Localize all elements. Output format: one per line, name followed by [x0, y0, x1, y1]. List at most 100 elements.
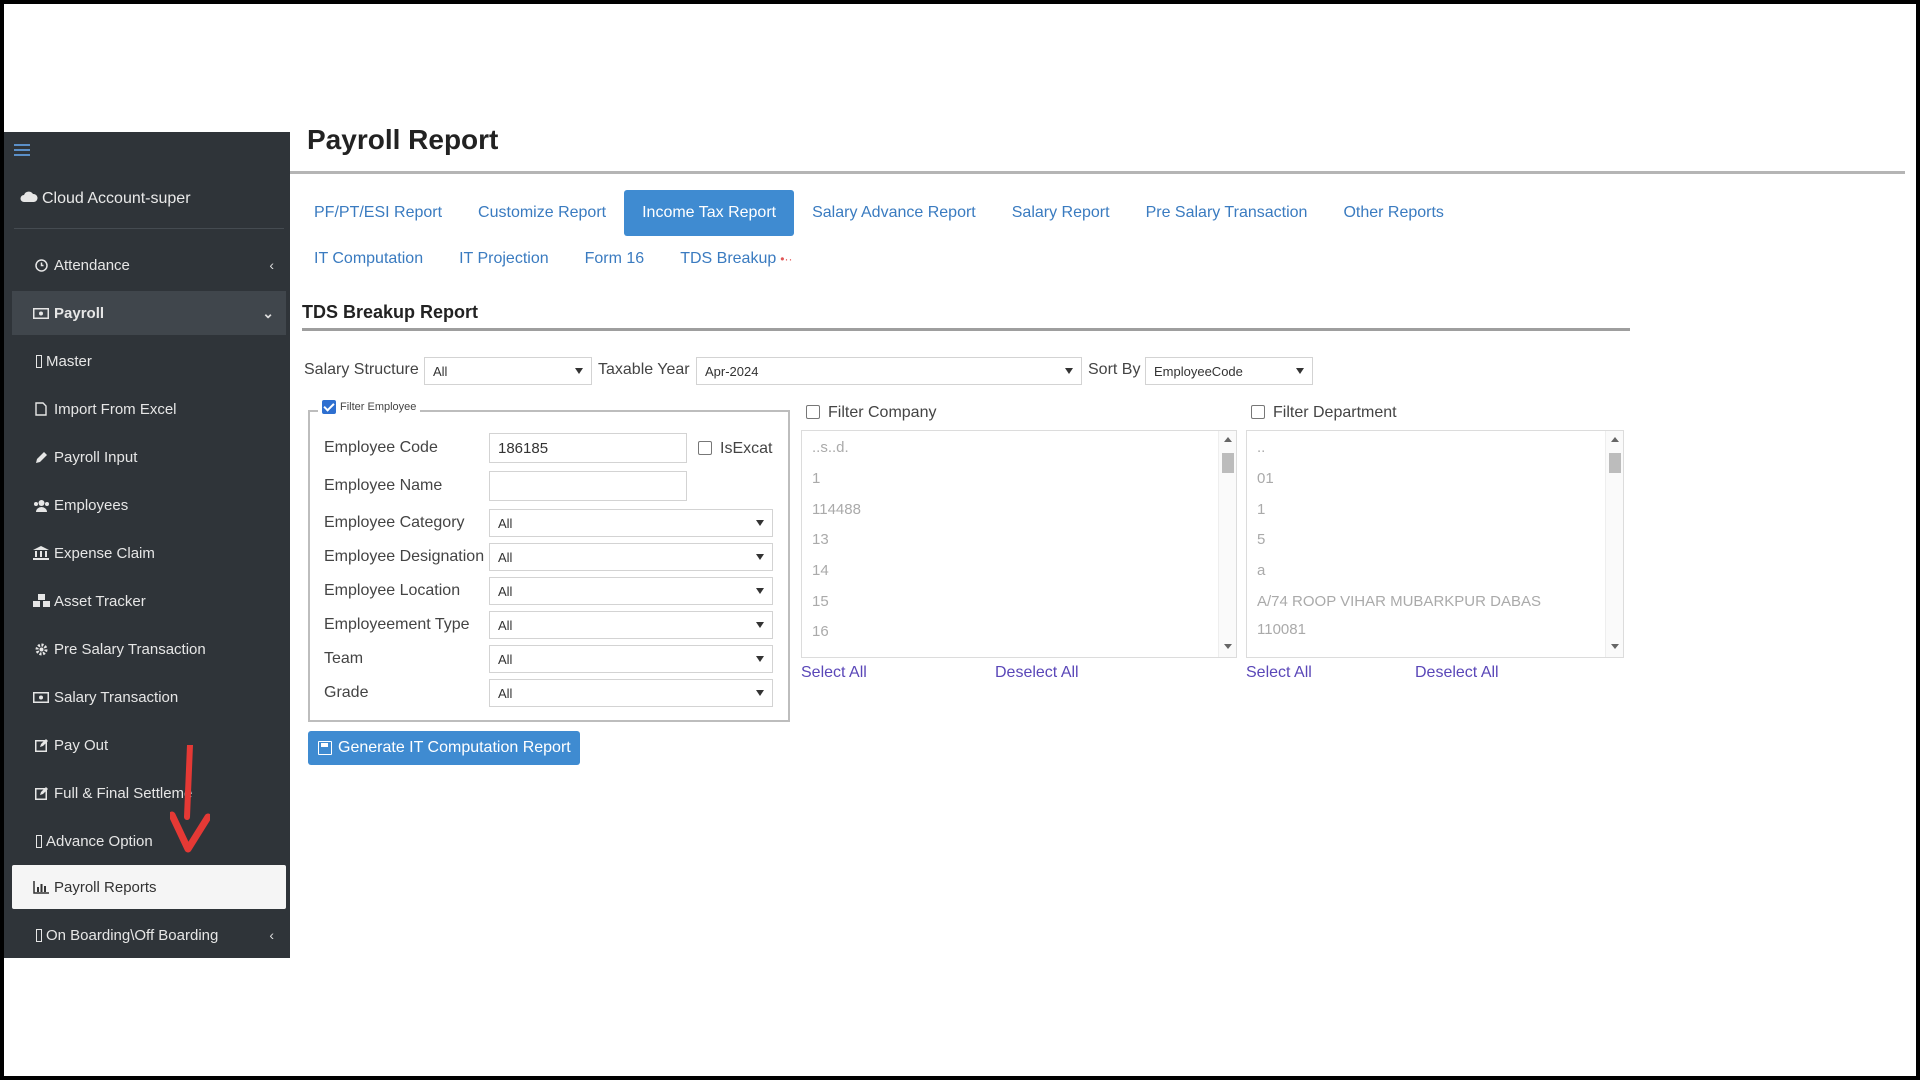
box-icon [36, 834, 42, 848]
chevron-left-icon[interactable]: ‹ [269, 927, 274, 943]
list-item[interactable]: 14 [812, 562, 829, 579]
grade-select[interactable]: All [489, 679, 773, 707]
employment-type-label: Employeement Type [324, 616, 470, 633]
subtab-it-computation[interactable]: IT Computation [296, 236, 441, 282]
company-select-all-link[interactable]: Select All [801, 664, 867, 682]
list-item[interactable]: 1 [1257, 501, 1265, 518]
isexact-checkbox[interactable] [698, 441, 712, 455]
generate-it-computation-report-button[interactable]: Generate IT Computation Report [308, 731, 580, 765]
filter-company-label: Filter Company [828, 404, 937, 421]
box-icon [36, 928, 42, 942]
sort-by-select[interactable]: EmployeeCode [1145, 357, 1313, 385]
employee-location-label: Employee Location [324, 582, 461, 599]
tab-customize-report[interactable]: Customize Report [460, 190, 624, 236]
subtab-tds-breakup[interactable]: TDS Breakup [662, 236, 794, 282]
sort-by-label: Sort By [1088, 361, 1141, 378]
list-item[interactable]: ..s..d. [812, 439, 849, 456]
sidebar-item-payroll-input[interactable]: Payroll Input [12, 435, 286, 479]
money-icon [32, 306, 50, 320]
list-item[interactable]: 16 [812, 623, 829, 640]
money-icon [32, 690, 50, 704]
account-name[interactable]: Cloud Account-super [20, 190, 191, 208]
scroll-up-icon[interactable] [1224, 437, 1232, 442]
department-listbox[interactable]: .. 01 1 5 a A/74 ROOP VIHAR MUBARKPUR DA… [1246, 430, 1624, 658]
list-item[interactable]: A/74 ROOP VIHAR MUBARKPUR DABAS [1257, 593, 1541, 610]
tab-pf-pt-esi-report[interactable]: PF/PT/ESI Report [296, 190, 460, 236]
sidebar-item-import-from-excel[interactable]: Import From Excel [12, 387, 286, 431]
employee-category-select[interactable]: All [489, 509, 773, 537]
list-item[interactable]: 5 [1257, 531, 1265, 548]
employee-name-input[interactable] [489, 471, 687, 501]
chevron-down-icon[interactable]: ⌄ [262, 305, 274, 322]
gear-icon [32, 642, 50, 656]
tab-pre-salary-transaction[interactable]: Pre Salary Transaction [1128, 190, 1326, 236]
clock-icon [32, 258, 50, 272]
sidebar-item-full-final-settlement[interactable]: Full & Final Settleme [12, 771, 286, 815]
tab-income-tax-report[interactable]: Income Tax Report [624, 190, 795, 236]
sidebar-item-master[interactable]: Master [12, 339, 286, 383]
salary-structure-select[interactable]: All [424, 357, 592, 385]
filter-company-checkbox[interactable] [806, 405, 820, 419]
sidebar-item-pre-salary-transaction[interactable]: Pre Salary Transaction [12, 627, 286, 671]
list-item[interactable]: .. [1257, 439, 1265, 456]
sidebar-item-advance-option[interactable]: Advance Option [12, 819, 286, 863]
sidebar-item-payroll[interactable]: Payroll ⌄ [12, 291, 286, 335]
filter-employee-checkbox[interactable] [322, 400, 336, 414]
hamburger-menu-icon[interactable] [14, 144, 30, 158]
department-deselect-all-link[interactable]: Deselect All [1415, 664, 1499, 682]
scroll-down-icon[interactable] [1611, 644, 1619, 649]
sidebar-item-expense-claim[interactable]: Expense Claim [12, 531, 286, 575]
employee-location-select[interactable]: All [489, 577, 773, 605]
sidebar-item-onboarding-offboarding[interactable]: On Boarding\Off Boarding ‹ [12, 913, 286, 957]
red-arrow-annotation [170, 745, 210, 853]
title-divider [290, 171, 1905, 174]
department-scrollbar[interactable] [1605, 431, 1623, 657]
sidebar-item-attendance[interactable]: Attendance ‹ [12, 243, 286, 287]
list-item[interactable]: 1 [812, 470, 820, 487]
list-item[interactable]: 110081 [1257, 621, 1306, 638]
sidebar-item-salary-transaction[interactable]: Salary Transaction [12, 675, 286, 719]
dropdown-caret-icon [575, 368, 583, 374]
dropdown-caret-icon [756, 622, 764, 628]
dropdown-caret-icon [756, 656, 764, 662]
chevron-left-icon[interactable]: ‹ [269, 257, 274, 273]
company-scrollbar[interactable] [1218, 431, 1236, 657]
subtab-it-projection[interactable]: IT Projection [441, 236, 567, 282]
sidebar-item-payroll-reports[interactable]: Payroll Reports [12, 865, 286, 909]
report-tabs-row-1: PF/PT/ESI Report Customize Report Income… [296, 190, 1462, 236]
employment-type-select[interactable]: All [489, 611, 773, 639]
sidebar-item-pay-out[interactable]: Pay Out [12, 723, 286, 767]
filter-department-checkbox[interactable] [1251, 405, 1265, 419]
list-item[interactable]: 01 [1257, 470, 1274, 487]
employee-code-label: Employee Code [324, 439, 438, 456]
subtab-form-16[interactable]: Form 16 [567, 236, 663, 282]
tab-salary-advance-report[interactable]: Salary Advance Report [794, 190, 994, 236]
tab-salary-report[interactable]: Salary Report [994, 190, 1128, 236]
list-item[interactable]: 114488 [812, 501, 861, 518]
list-item[interactable]: a [1257, 562, 1265, 579]
department-select-all-link[interactable]: Select All [1246, 664, 1312, 682]
pencil-icon [32, 450, 50, 464]
scroll-thumb[interactable] [1609, 453, 1621, 473]
list-item[interactable]: 13 [812, 531, 829, 548]
taxable-year-select[interactable]: Apr-2024 [696, 357, 1082, 385]
company-deselect-all-link[interactable]: Deselect All [995, 664, 1079, 682]
sidebar-item-employees[interactable]: Employees [12, 483, 286, 527]
tab-other-reports[interactable]: Other Reports [1325, 190, 1461, 236]
cubes-icon [32, 594, 50, 608]
section-divider [302, 328, 1630, 331]
employee-designation-label: Employee Designation [324, 548, 485, 565]
team-select[interactable]: All [489, 645, 773, 673]
scroll-thumb[interactable] [1222, 453, 1234, 473]
list-item[interactable]: 15 [812, 593, 829, 610]
scroll-up-icon[interactable] [1611, 437, 1619, 442]
employee-designation-select[interactable]: All [489, 543, 773, 571]
sidebar-item-asset-tracker[interactable]: Asset Tracker [12, 579, 286, 623]
bank-icon [32, 546, 50, 560]
employee-code-input[interactable]: 186185 [489, 433, 687, 463]
scroll-down-icon[interactable] [1224, 644, 1232, 649]
company-listbox[interactable]: ..s..d. 1 114488 13 14 15 16 [801, 430, 1237, 658]
box-icon [36, 354, 42, 368]
grade-label: Grade [324, 684, 369, 701]
team-label: Team [324, 650, 364, 667]
